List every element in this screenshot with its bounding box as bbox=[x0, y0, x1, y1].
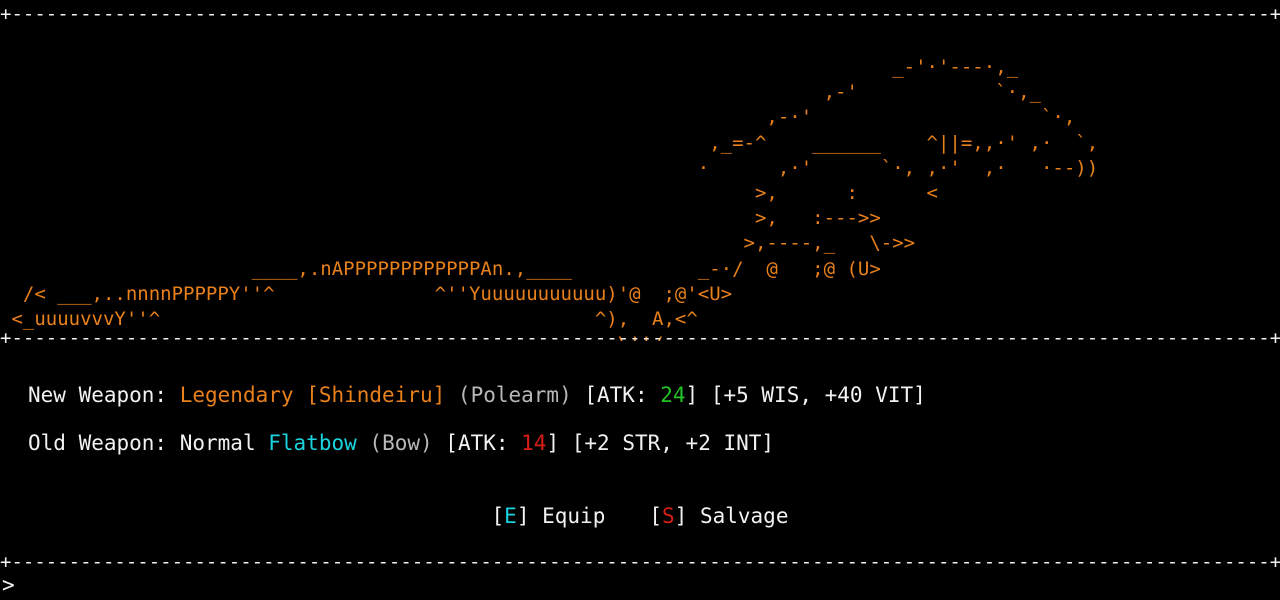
terminal-screen: +---------------------------------------… bbox=[0, 0, 1280, 600]
old-weapon-name: Flatbow bbox=[268, 431, 357, 455]
dragon-ascii-art: _-'·'---·,_ ,-' `·,_ ,-·' `·, ,_=-^ ____… bbox=[11, 56, 1099, 341]
equip-bracket-open: [ bbox=[491, 504, 505, 528]
new-weapon-atk-suffix: ] bbox=[685, 383, 699, 407]
command-prompt[interactable]: > bbox=[2, 572, 15, 598]
equip-button[interactable]: [E] Equip bbox=[492, 504, 606, 528]
old-weapon-rarity: Normal bbox=[179, 431, 256, 455]
salvage-button[interactable]: [S] Salvage bbox=[649, 504, 788, 528]
salvage-bracket-open: [ bbox=[649, 504, 662, 528]
action-bar: [E] Equip [S] Salvage bbox=[0, 503, 1280, 529]
top-border: +---------------------------------------… bbox=[0, 3, 1280, 25]
new-weapon-atk-value: 24 bbox=[660, 383, 686, 407]
new-weapon-name: [Shindeiru] bbox=[306, 383, 446, 407]
old-weapon-type: (Bow) bbox=[369, 431, 433, 455]
new-weapon-atk-prefix: [ATK: bbox=[584, 383, 661, 407]
new-weapon-stats: [+5 WIS, +40 VIT] bbox=[710, 383, 926, 407]
salvage-bracket-close: ] bbox=[674, 504, 688, 528]
equip-label: Equip bbox=[529, 504, 606, 528]
old-weapon-atk-prefix: [ATK: bbox=[445, 431, 522, 455]
new-weapon-type: (Polearm) bbox=[457, 383, 572, 407]
old-weapon-atk-suffix: ] bbox=[546, 431, 560, 455]
salvage-label: Salvage bbox=[687, 504, 789, 528]
middle-border: +---------------------------------------… bbox=[0, 327, 1280, 349]
new-weapon-label: New Weapon: bbox=[28, 383, 168, 407]
equip-bracket-close: ] bbox=[516, 504, 530, 528]
bottom-border: +---------------------------------------… bbox=[0, 551, 1280, 573]
old-weapon-atk-value: 14 bbox=[521, 431, 547, 455]
old-weapon-line: Old Weapon: Normal Flatbow (Bow) [ATK: 1… bbox=[28, 430, 774, 456]
new-weapon-line: New Weapon: Legendary [Shindeiru] (Polea… bbox=[28, 382, 926, 408]
equip-key: E bbox=[504, 504, 517, 528]
old-weapon-label: Old Weapon: bbox=[28, 431, 168, 455]
old-weapon-stats: [+2 STR, +2 INT] bbox=[571, 431, 775, 455]
new-weapon-rarity: Legendary bbox=[179, 383, 294, 407]
salvage-key: S bbox=[662, 504, 675, 528]
